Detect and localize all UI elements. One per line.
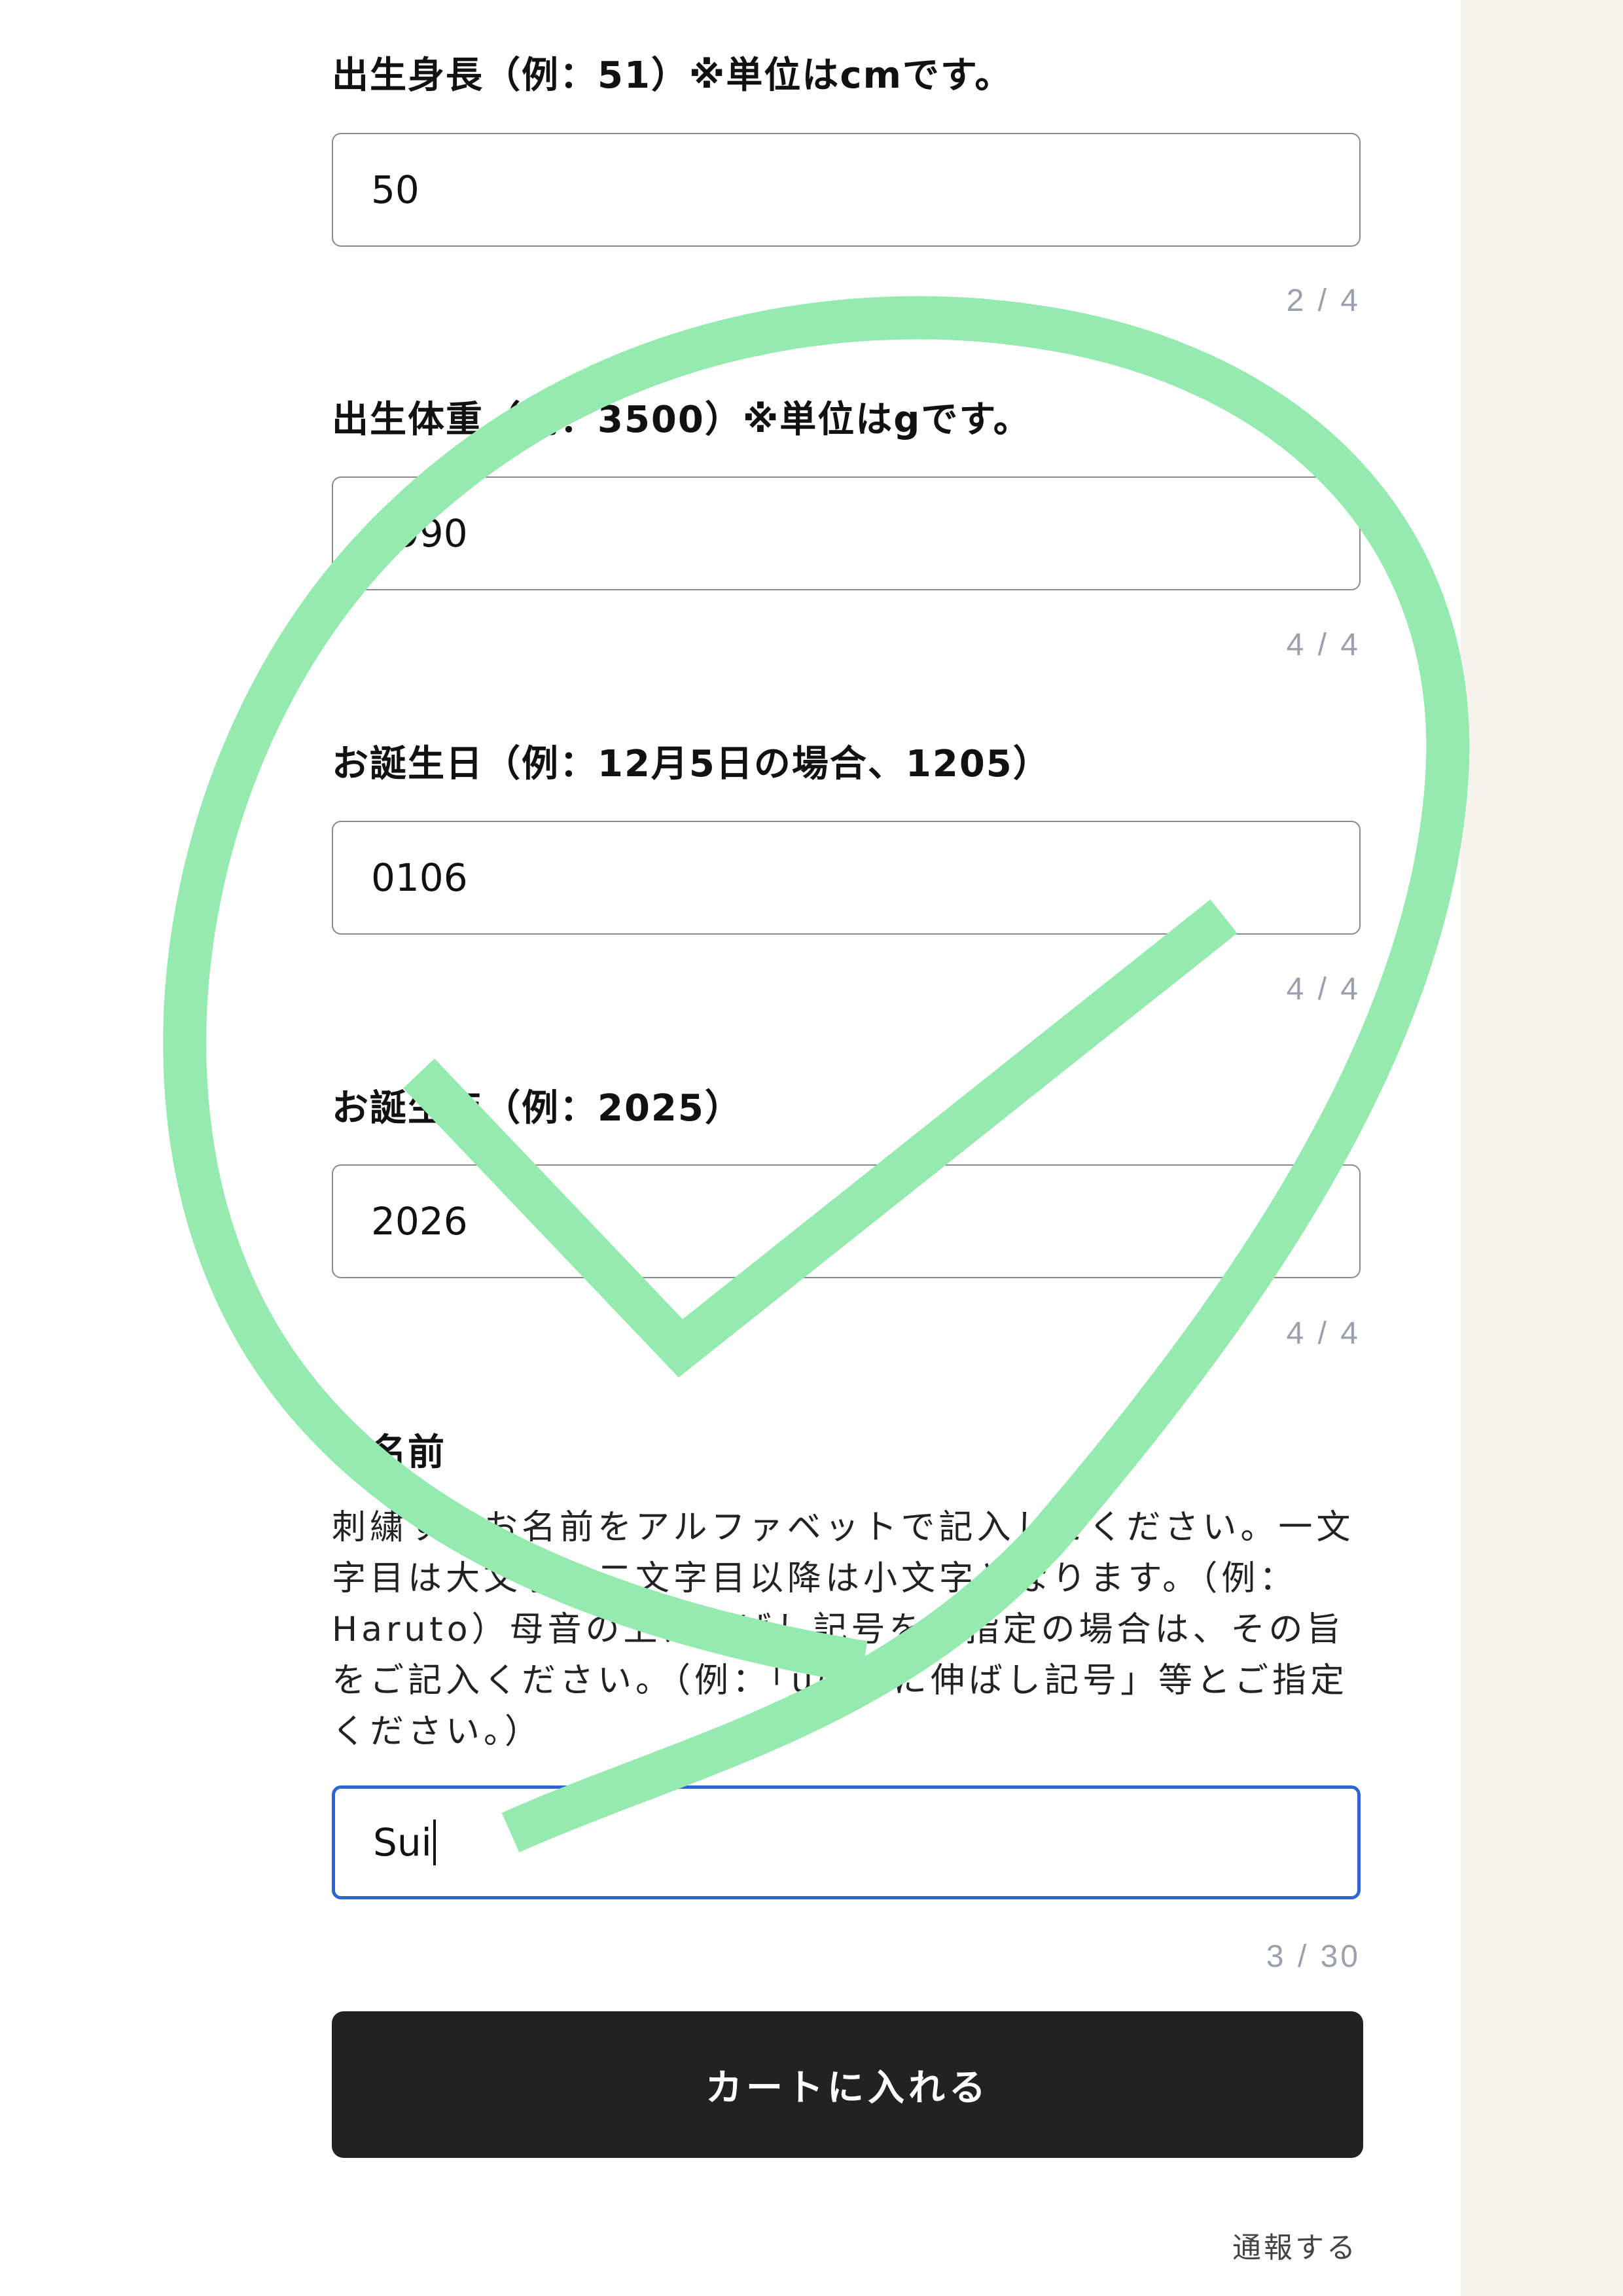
name-counter: 3 / 30 [1266, 1939, 1361, 1974]
birth-height-label: 出生身長（例：51）※単位はcmです。 [332, 54, 1013, 97]
report-link[interactable]: 通報する [1232, 2224, 1358, 2266]
birthday-label: お誕生日（例：12月5日の場合、1205） [332, 743, 1051, 785]
text-caret [433, 1820, 436, 1865]
birth-height-counter: 2 / 4 [1286, 283, 1361, 318]
add-to-cart-button[interactable]: カートに入れる [332, 2011, 1363, 2158]
birth-year-label: お誕生年（例：2025） [332, 1087, 743, 1130]
check-stroke [403, 899, 1238, 1378]
birth-height-input[interactable]: 50 [332, 133, 1361, 247]
birthday-value: 0106 [371, 855, 468, 900]
side-panel [1461, 0, 1623, 2296]
birthday-input[interactable]: 0106 [332, 821, 1361, 935]
birth-weight-counter: 4 / 4 [1286, 628, 1361, 662]
name-description: 刺繍するお名前をアルファベットで記入してください。一文字目は大文字、二文字目以降… [332, 1508, 1355, 1751]
name-input[interactable]: Sui [332, 1785, 1361, 1899]
birth-year-value: 2026 [371, 1199, 468, 1244]
birth-year-input[interactable]: 2026 [332, 1164, 1361, 1278]
birth-year-counter: 4 / 4 [1286, 1316, 1361, 1351]
birth-weight-value: 2990 [371, 511, 468, 556]
name-value: Sui [373, 1820, 432, 1865]
birthday-counter: 4 / 4 [1286, 972, 1361, 1007]
birth-height-value: 50 [371, 168, 419, 212]
name-label: お名前 [332, 1431, 446, 1474]
birth-weight-input[interactable]: 2990 [332, 476, 1361, 590]
checkmark-circle-icon [163, 296, 1470, 1853]
birth-weight-label: 出生体重（例：3500）※単位はgです。 [332, 399, 1031, 441]
